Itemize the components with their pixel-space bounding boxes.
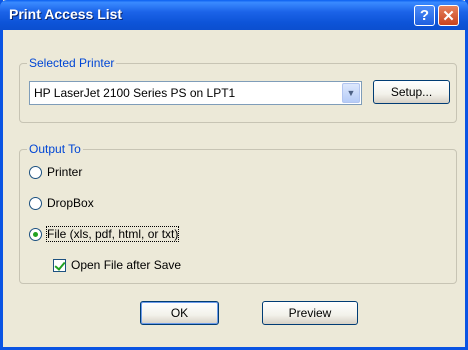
printer-select[interactable]: HP LaserJet 2100 Series PS on LPT1 ▼: [29, 81, 362, 105]
preview-button[interactable]: Preview: [262, 301, 358, 325]
radio-option-dropbox[interactable]: DropBox: [29, 196, 94, 210]
radio-label-printer: Printer: [47, 165, 83, 179]
checkmark-icon: [54, 258, 66, 271]
title-bar[interactable]: Print Access List ? ✕: [0, 0, 468, 30]
chevron-down-icon[interactable]: ▼: [342, 83, 360, 103]
radio-option-printer[interactable]: Printer: [29, 165, 82, 179]
radio-option-file[interactable]: File (xls, pdf, html, or txt): [29, 226, 180, 242]
ok-button[interactable]: OK: [140, 301, 219, 325]
output-to-label: Output To: [27, 142, 83, 156]
radio-label-file: File (xls, pdf, html, or txt): [45, 226, 180, 242]
open-file-label: Open File after Save: [71, 258, 182, 272]
radio-button[interactable]: [29, 165, 42, 179]
close-icon: ✕: [442, 7, 455, 25]
print-access-list-dialog: Print Access List ? ✕ Selected Printer H…: [0, 0, 468, 350]
radio-label-dropbox: DropBox: [47, 196, 94, 210]
selected-printer-label: Selected Printer: [27, 56, 117, 70]
help-icon: ?: [419, 7, 430, 24]
radio-selected-dot: [33, 231, 38, 237]
close-button[interactable]: ✕: [438, 5, 459, 26]
radio-button[interactable]: [29, 196, 42, 210]
open-file-after-save-option[interactable]: Open File after Save: [53, 258, 181, 272]
radio-button-selected[interactable]: [29, 227, 42, 241]
setup-button[interactable]: Setup...: [373, 80, 450, 104]
window-title: Print Access List: [9, 6, 123, 22]
open-file-checkbox[interactable]: [53, 258, 66, 272]
help-button[interactable]: ?: [414, 5, 435, 26]
printer-select-value: HP LaserJet 2100 Series PS on LPT1: [34, 86, 236, 100]
